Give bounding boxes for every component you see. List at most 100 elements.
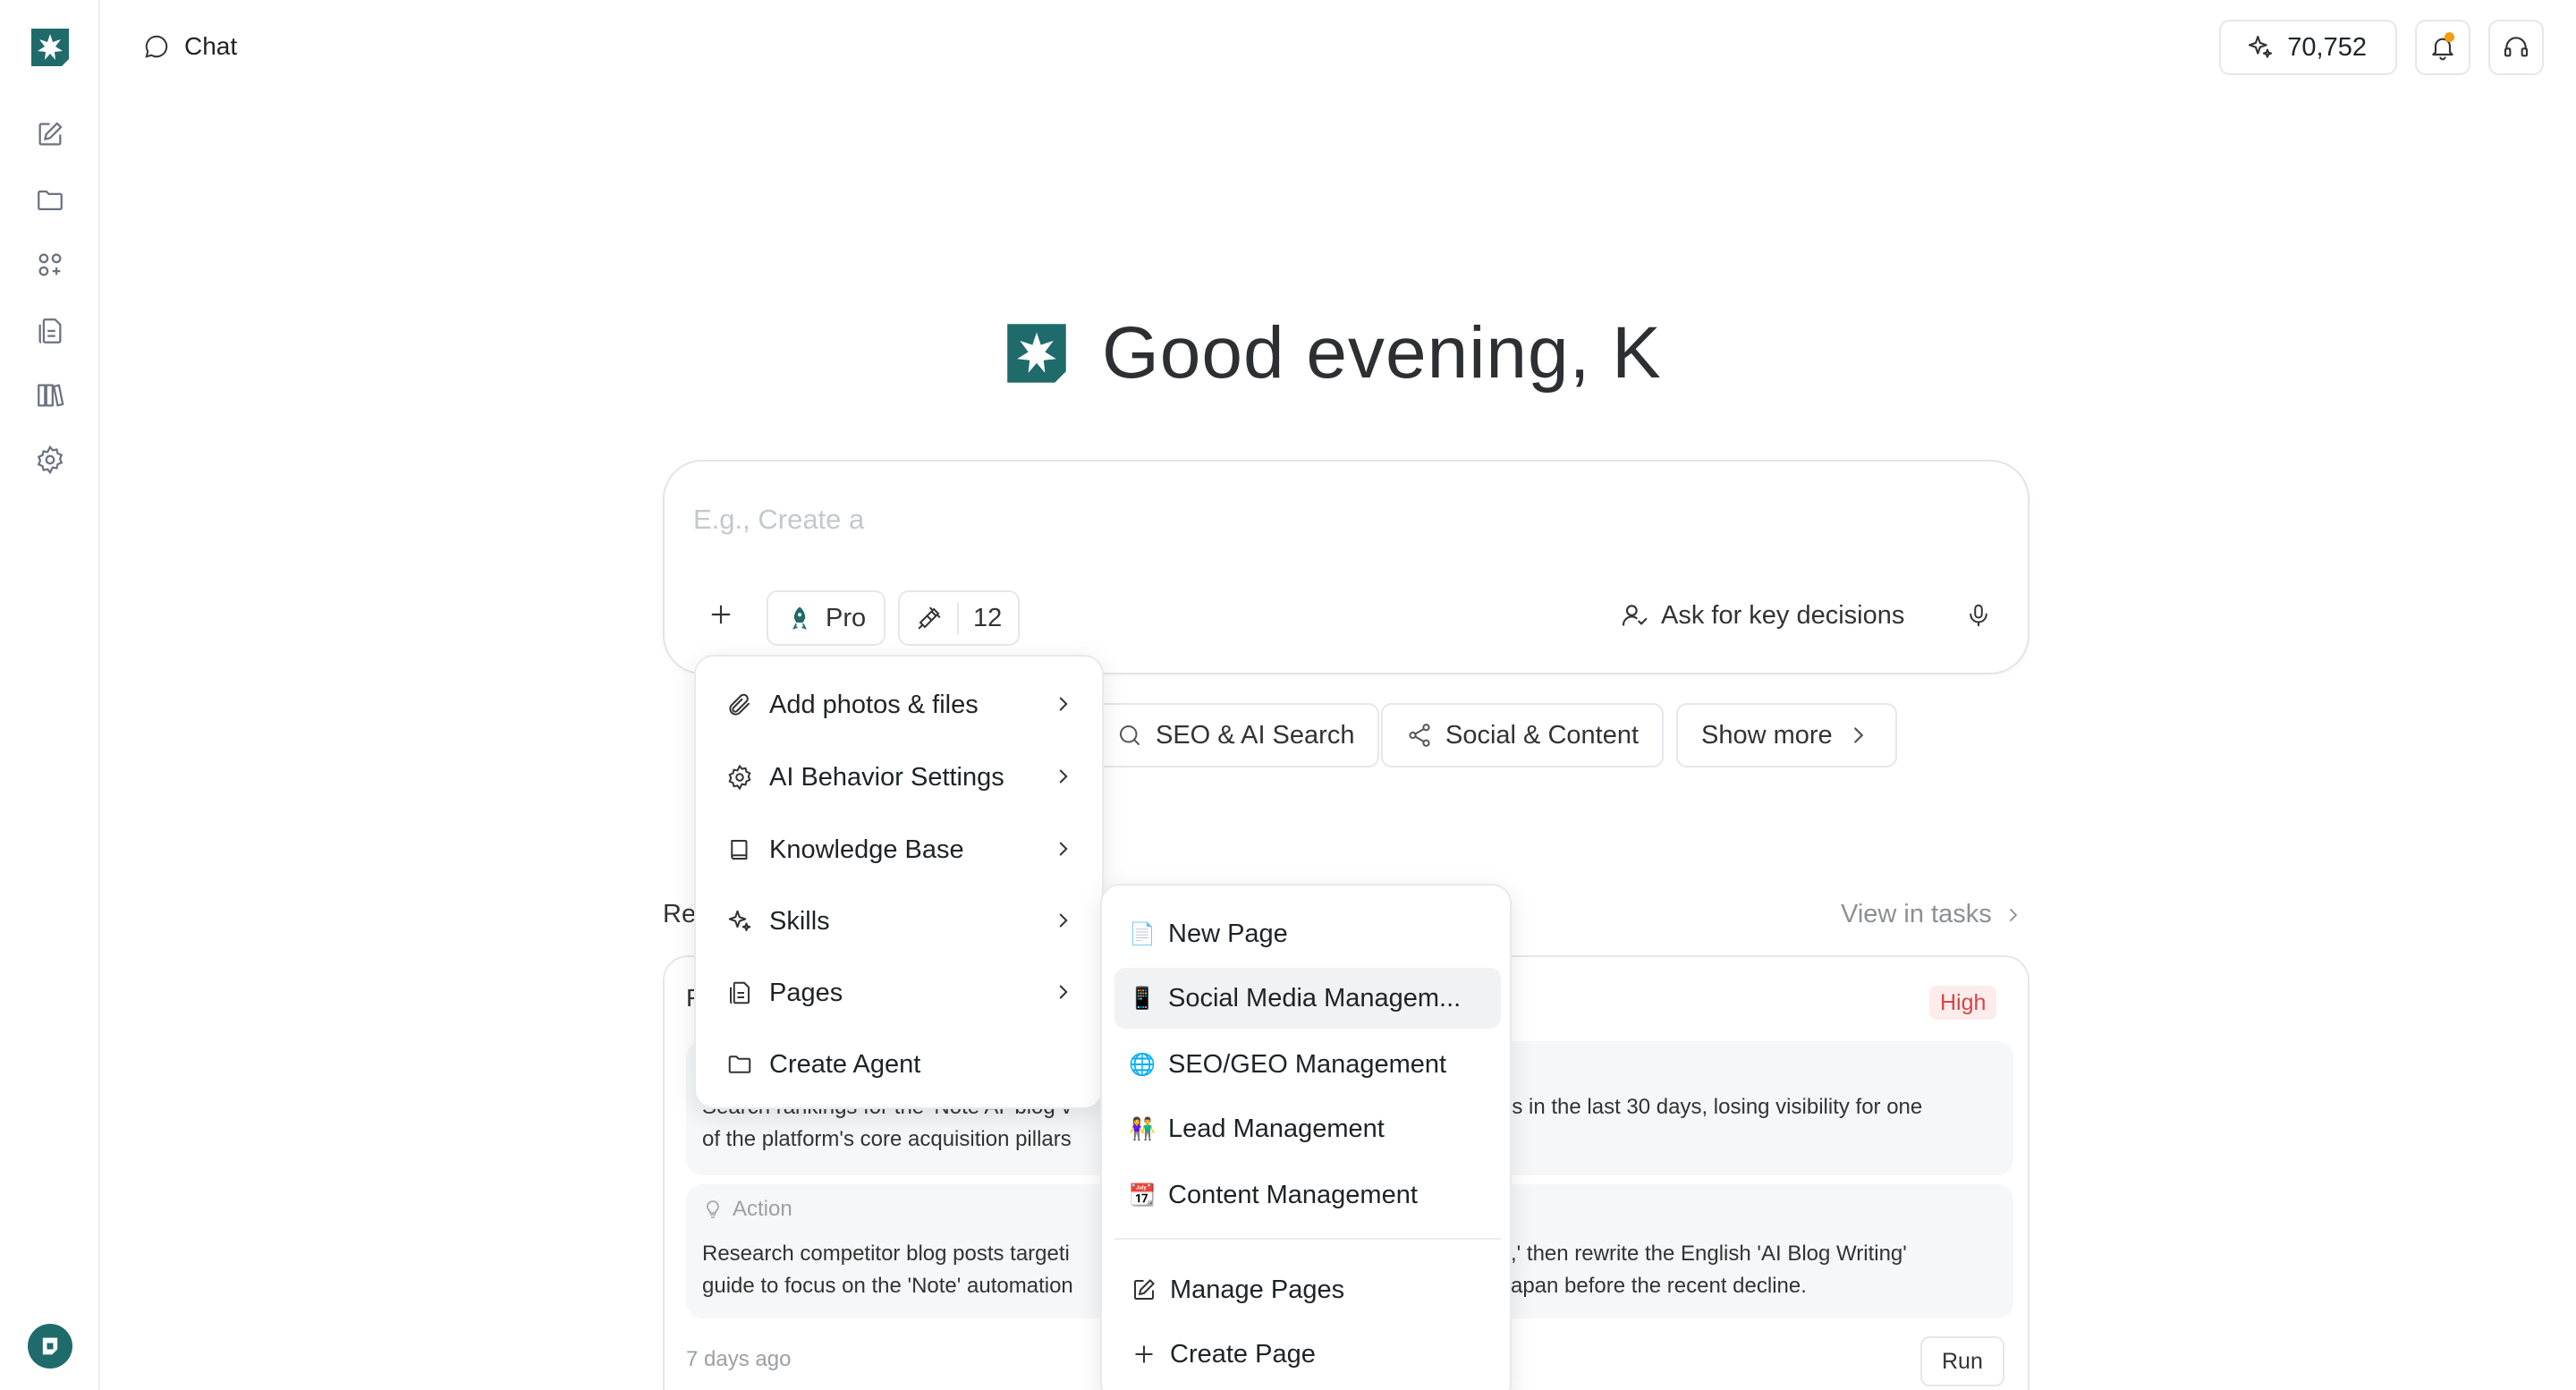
suggestion-seo-ai-search[interactable]: SEO & AI Search bbox=[1091, 703, 1380, 767]
lightbulb-icon bbox=[707, 1200, 719, 1218]
pages-submenu: 📄 New Page 📱 Social Media Managem... 🌐 S… bbox=[1100, 884, 1512, 1390]
prompt-input[interactable] bbox=[693, 497, 1945, 542]
suggestion-social-content[interactable]: Social & Content bbox=[1381, 703, 1665, 767]
page-label: Chat bbox=[184, 32, 238, 60]
folder-icon bbox=[728, 1055, 751, 1073]
submenu-item-content-management[interactable]: 📆 Content Management bbox=[1114, 1165, 1501, 1225]
menu-item-pages[interactable]: Pages bbox=[708, 962, 1093, 1023]
voice-input-button[interactable] bbox=[1959, 596, 1998, 635]
paperclip-icon bbox=[729, 693, 750, 716]
submenu-item-label: New Page bbox=[1168, 919, 1288, 948]
book-icon bbox=[731, 840, 748, 860]
sparkle-icon bbox=[728, 910, 751, 931]
chevron-right-icon bbox=[2009, 908, 2017, 921]
chevron-right-icon bbox=[1059, 985, 1068, 999]
menu-item-create-agent[interactable]: Create Agent bbox=[708, 1034, 1093, 1095]
submenu-item-seo-geo-management[interactable]: 🌐 SEO/GEO Management bbox=[1114, 1034, 1501, 1095]
chevron-right-icon bbox=[1059, 913, 1068, 928]
settings-icon[interactable] bbox=[0, 435, 100, 485]
user-check-icon bbox=[1622, 605, 1648, 626]
globe-emoji-icon: 🌐 bbox=[1129, 1052, 1156, 1077]
action-text-right: s,' then rewrite the English 'AI Blog Wr… bbox=[1500, 1242, 1907, 1298]
people-emoji-icon: 👫 bbox=[1129, 1116, 1156, 1141]
ask-for-key-decisions-toggle[interactable]: Ask for key decisions bbox=[1620, 596, 1904, 635]
tools-button[interactable]: 12 bbox=[898, 590, 1021, 646]
edit-icon bbox=[1134, 1279, 1155, 1300]
left-rail bbox=[0, 0, 100, 1390]
submenu-item-label: Social Media Managem... bbox=[1168, 983, 1462, 1013]
pages-icon bbox=[730, 981, 750, 1004]
app-logo-icon[interactable] bbox=[28, 25, 72, 70]
create-page-button[interactable]: Create Page bbox=[1114, 1324, 1501, 1385]
submenu-divider bbox=[1114, 1238, 1501, 1240]
section-title: Re bbox=[663, 900, 697, 928]
chat-breadcrumb: Chat bbox=[143, 32, 237, 61]
submenu-action-label: Manage Pages bbox=[1170, 1275, 1345, 1304]
plug-icon bbox=[918, 606, 941, 630]
view-in-tasks-link[interactable]: View in tasks bbox=[1841, 900, 2024, 929]
mode-label: Pro bbox=[826, 603, 867, 632]
credits-button[interactable]: 70,752 bbox=[2219, 20, 2397, 75]
page-emoji-icon: 📄 bbox=[1129, 921, 1156, 946]
user-avatar[interactable] bbox=[28, 1324, 72, 1369]
apps-icon[interactable] bbox=[0, 240, 100, 290]
menu-item-label: Add photos & files bbox=[769, 690, 979, 719]
suggestion-label: Show more bbox=[1701, 720, 1833, 750]
menu-item-ai-behavior-settings[interactable]: AI Behavior Settings bbox=[708, 747, 1093, 808]
ask-label: Ask for key decisions bbox=[1661, 600, 1905, 630]
menu-item-label: AI Behavior Settings bbox=[769, 762, 1004, 792]
run-button[interactable]: Run bbox=[1920, 1336, 2004, 1386]
submenu-action-label: Create Page bbox=[1170, 1339, 1316, 1369]
greeting-title: Good evening, K bbox=[1102, 312, 1662, 394]
show-more-button[interactable]: Show more bbox=[1676, 703, 1897, 767]
chevron-right-icon bbox=[1059, 842, 1068, 856]
submenu-item-social-media-management[interactable]: 📱 Social Media Managem... bbox=[1114, 968, 1501, 1029]
action-label-text: Action bbox=[733, 1197, 792, 1221]
menu-item-label: Pages bbox=[769, 978, 843, 1007]
plus-icon bbox=[711, 605, 731, 624]
share-icon bbox=[1409, 724, 1430, 747]
priority-badge: High bbox=[1929, 986, 1997, 1020]
notifications-button[interactable] bbox=[2415, 20, 2470, 75]
submenu-item-new-page[interactable]: 📄 New Page bbox=[1114, 903, 1501, 964]
insight-text-right: ns in the last 30 days, losing visibilit… bbox=[1500, 1095, 1923, 1119]
menu-item-knowledge-base[interactable]: Knowledge Base bbox=[708, 819, 1093, 880]
mode-selector-button[interactable]: Pro bbox=[767, 590, 886, 646]
header-actions: 70,752 bbox=[2219, 20, 2544, 75]
action-label: Action bbox=[702, 1197, 792, 1222]
time-ago: 7 days ago bbox=[686, 1347, 792, 1371]
submenu-item-label: SEO/GEO Management bbox=[1168, 1049, 1447, 1079]
menu-item-label: Knowledge Base bbox=[769, 835, 964, 864]
menu-item-label: Skills bbox=[769, 906, 830, 936]
chip-separator bbox=[957, 602, 959, 634]
chevron-right-icon bbox=[1059, 697, 1068, 711]
library-icon[interactable] bbox=[0, 370, 100, 420]
sparkle-icon bbox=[2249, 35, 2273, 58]
menu-item-add-photos-files[interactable]: Add photos & files bbox=[708, 674, 1093, 735]
attach-menu-button[interactable] bbox=[702, 596, 740, 633]
manage-pages-button[interactable]: Manage Pages bbox=[1114, 1259, 1501, 1320]
search-icon bbox=[1120, 725, 1140, 745]
calendar-emoji-icon: 📆 bbox=[1129, 1182, 1156, 1208]
chat-composer: Pro 12 Ask for key decisions bbox=[663, 460, 2029, 674]
menu-item-label: Create Agent bbox=[769, 1049, 921, 1079]
chat-bubble-icon bbox=[145, 35, 168, 58]
phone-emoji-icon: 📱 bbox=[1129, 986, 1156, 1011]
microphone-icon bbox=[1970, 604, 1987, 627]
submenu-item-label: Lead Management bbox=[1168, 1114, 1385, 1143]
suggestion-label: Social & Content bbox=[1445, 720, 1640, 750]
documents-icon[interactable] bbox=[0, 306, 100, 356]
gear-icon bbox=[728, 764, 751, 791]
credits-count: 70,752 bbox=[2287, 32, 2367, 62]
support-button[interactable] bbox=[2488, 20, 2544, 75]
folder-icon[interactable] bbox=[0, 175, 100, 225]
headset-icon bbox=[2504, 37, 2529, 57]
suggestion-label: SEO & AI Search bbox=[1156, 720, 1355, 750]
tools-count: 12 bbox=[973, 603, 1003, 632]
submenu-item-lead-management[interactable]: 👫 Lead Management bbox=[1114, 1098, 1501, 1159]
greeting: Good evening, K bbox=[1002, 311, 1662, 395]
submenu-item-label: Content Management bbox=[1168, 1180, 1418, 1209]
new-chat-icon[interactable] bbox=[0, 109, 100, 159]
notification-dot bbox=[2445, 32, 2454, 42]
menu-item-skills[interactable]: Skills bbox=[708, 891, 1093, 952]
